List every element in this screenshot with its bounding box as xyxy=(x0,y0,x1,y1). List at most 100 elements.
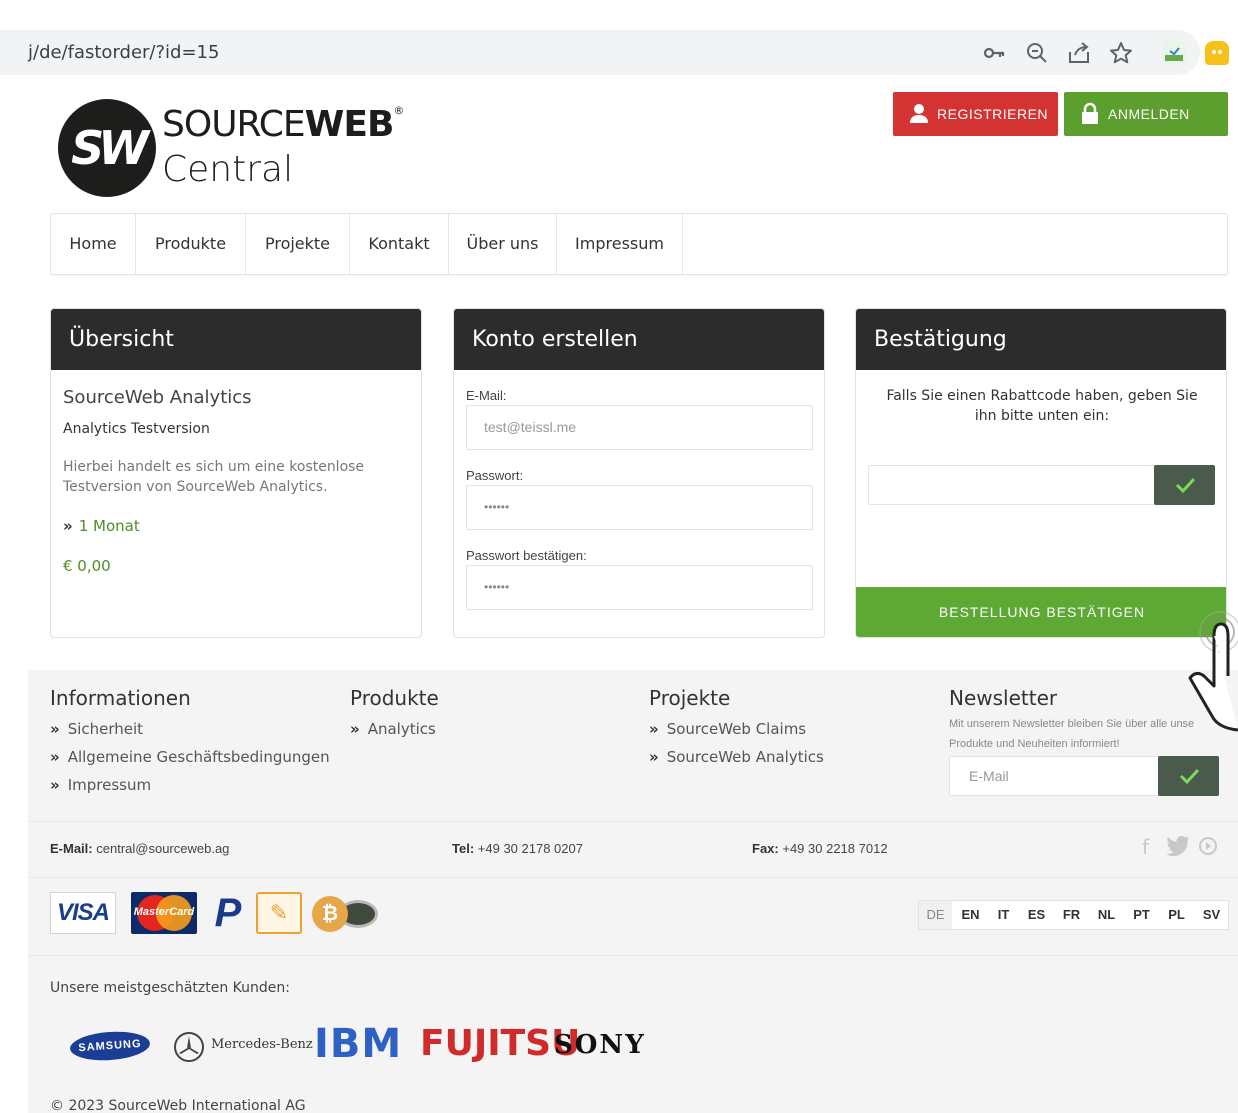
invoice-icon: ✎ xyxy=(256,892,302,934)
star-icon[interactable] xyxy=(1108,40,1134,66)
lang-es[interactable]: ES xyxy=(1020,901,1053,929)
contact-email[interactable]: E-Mail: central@sourceweb.ag xyxy=(50,841,229,856)
lock-icon xyxy=(1080,92,1100,152)
newsletter-text-line2: Produkte und Neuheiten informiert! xyxy=(949,738,1120,750)
address-bar-url[interactable]: j/de/fastorder/?id=15 xyxy=(28,42,219,63)
footer-info-title: Informationen xyxy=(50,686,191,710)
password-label: Passwort: xyxy=(466,468,524,483)
footer-link-analytics[interactable]: » Analytics xyxy=(350,720,436,738)
contact-email-label: E-Mail: xyxy=(50,841,93,856)
copyright: © 2023 SourceWeb International AG xyxy=(50,1098,306,1113)
chevron-right-icon: » xyxy=(649,720,659,738)
key-icon[interactable] xyxy=(981,40,1007,66)
mastercard-logo: MasterCard xyxy=(131,892,197,934)
footer-link-label: Impressum xyxy=(67,776,152,794)
chevron-right-icon: » xyxy=(50,720,60,738)
footer-link-sicherheit[interactable]: » Sicherheit xyxy=(50,720,143,738)
logo-wordmark[interactable]: SOURCEWEB® xyxy=(162,104,404,145)
duration-arrow-icon: » xyxy=(63,517,73,535)
profile-icon[interactable] xyxy=(1205,41,1229,65)
nav-item-ueber-uns[interactable]: Über uns xyxy=(449,214,557,274)
contact-phone-value: +49 30 2178 0207 xyxy=(477,841,583,856)
logo-word-web: WEB xyxy=(304,104,395,145)
footer-link-agb[interactable]: » Allgemeine Geschäftsbedingungen xyxy=(50,748,330,766)
share-icon[interactable] xyxy=(1066,40,1092,66)
language-switcher: DE EN IT ES FR NL PT PL SV xyxy=(918,900,1229,930)
hand-pointer-cursor-icon xyxy=(1178,606,1238,736)
newsletter-submit-button[interactable] xyxy=(1158,756,1219,796)
footer-link-label: Analytics xyxy=(367,720,436,738)
password-confirm-label: Passwort bestätigen: xyxy=(466,548,587,563)
footer-newsletter-title: Newsletter xyxy=(949,686,1058,710)
sony-logo: SONY xyxy=(554,1030,646,1060)
zoom-icon[interactable] xyxy=(1024,40,1050,66)
footer-projects-title: Projekte xyxy=(649,686,731,710)
account-panel: Konto erstellen E-Mail: test@teissl.me P… xyxy=(453,308,825,638)
product-variant: Analytics Testversion xyxy=(63,421,210,437)
footer-divider xyxy=(28,821,1238,822)
mastercard-label: MasterCard xyxy=(133,906,195,918)
contact-fax-label: Fax: xyxy=(752,841,779,856)
visa-logo: VISA xyxy=(50,892,116,934)
lang-pl[interactable]: PL xyxy=(1160,901,1193,929)
register-label: REGISTRIEREN xyxy=(937,106,1049,122)
lang-nl[interactable]: NL xyxy=(1090,901,1123,929)
email-field[interactable]: test@teissl.me xyxy=(466,405,813,450)
lang-de[interactable]: DE xyxy=(919,901,952,929)
main-navigation: Home Produkte Projekte Kontakt Über uns … xyxy=(50,213,1228,275)
newsletter-email-input[interactable]: E-Mail xyxy=(949,756,1159,796)
footer-divider xyxy=(28,877,1238,878)
chevron-right-icon: » xyxy=(350,720,360,738)
twitter-icon[interactable] xyxy=(1166,835,1190,862)
overview-title: Übersicht xyxy=(51,309,421,370)
ibm-logo: IBM xyxy=(314,1021,403,1067)
youtube-icon[interactable] xyxy=(1198,835,1218,862)
product-description: Hierbei handelt es sich um eine kostenlo… xyxy=(63,459,365,495)
bitcoin-icon: ₿ xyxy=(312,892,382,934)
register-button[interactable]: REGISTRIEREN xyxy=(893,92,1058,136)
logo-subtitle: Central xyxy=(162,149,294,190)
lang-pt[interactable]: PT xyxy=(1125,901,1158,929)
page-content: SW SOURCEWEB® Central REGISTRIEREN ANMEL… xyxy=(28,82,1238,1113)
footer-link-sw-analytics[interactable]: » SourceWeb Analytics xyxy=(649,748,824,766)
chevron-right-icon: » xyxy=(649,748,659,766)
nav-item-impressum[interactable]: Impressum xyxy=(557,214,683,274)
nav-item-home[interactable]: Home xyxy=(51,214,136,274)
nav-item-kontakt[interactable]: Kontakt xyxy=(350,214,449,274)
extension-icon[interactable] xyxy=(1162,41,1186,65)
chevron-right-icon: » xyxy=(50,776,60,794)
confirm-order-button[interactable]: BESTELLUNG BESTÄTIGEN xyxy=(856,587,1226,637)
footer-link-label: SourceWeb Analytics xyxy=(666,748,824,766)
footer-link-impressum[interactable]: » Impressum xyxy=(50,776,151,794)
lang-en[interactable]: EN xyxy=(954,901,987,929)
mercedes-logo: Mercedes-Benz xyxy=(211,1037,313,1052)
login-label: ANMELDEN xyxy=(1108,106,1190,122)
footer-link-label: SourceWeb Claims xyxy=(666,720,807,738)
nav-item-projekte[interactable]: Projekte xyxy=(246,214,350,274)
coupon-input[interactable] xyxy=(868,465,1156,505)
email-label: E-Mail: xyxy=(466,388,507,403)
contact-fax-value: +49 30 2218 7012 xyxy=(782,841,888,856)
product-name: SourceWeb Analytics xyxy=(63,387,252,408)
browser-toolbar: j/de/fastorder/?id=15 xyxy=(0,0,1238,80)
coupon-instructions: Falls Sie einen Rabattcode haben, geben … xyxy=(886,388,1198,424)
product-duration: » 1 Monat xyxy=(63,517,140,535)
lang-it[interactable]: IT xyxy=(987,901,1020,929)
password-field[interactable]: •••••• xyxy=(466,485,813,530)
confirmation-title: Bestätigung xyxy=(856,309,1226,370)
logo-mark[interactable]: SW xyxy=(58,99,156,197)
nav-item-produkte[interactable]: Produkte xyxy=(136,214,246,274)
coupon-submit-button[interactable] xyxy=(1154,465,1215,505)
login-button[interactable]: ANMELDEN xyxy=(1064,92,1228,136)
lang-sv[interactable]: SV xyxy=(1195,901,1228,929)
password-confirm-field[interactable]: •••••• xyxy=(466,565,813,610)
samsung-logo: SAMSUNG xyxy=(69,1029,151,1063)
mercedes-star-icon xyxy=(174,1032,204,1062)
footer-link-claims[interactable]: » SourceWeb Claims xyxy=(649,720,806,738)
facebook-icon[interactable]: f xyxy=(1142,835,1149,859)
paypal-logo: P xyxy=(214,891,242,935)
footer-link-label: Allgemeine Geschäftsbedingungen xyxy=(67,748,330,766)
contact-fax: Fax: +49 30 2218 7012 xyxy=(752,841,888,856)
lang-fr[interactable]: FR xyxy=(1055,901,1088,929)
contact-email-value: central@sourceweb.ag xyxy=(96,841,230,856)
